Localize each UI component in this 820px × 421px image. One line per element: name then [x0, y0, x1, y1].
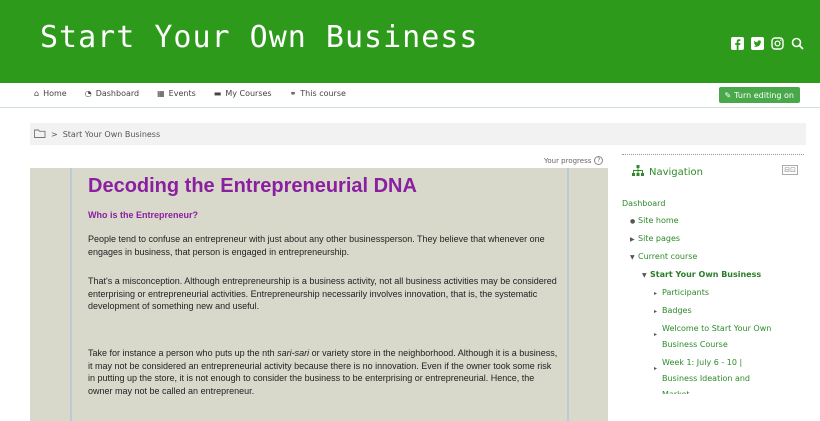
- nav-dashboard[interactable]: ◔ Dashboard: [85, 89, 139, 98]
- home-icon: ⌂: [34, 89, 40, 98]
- breadcrumb-current[interactable]: Start Your Own Business: [63, 130, 160, 139]
- paragraph-1: People tend to confuse an entrepreneur w…: [88, 234, 545, 257]
- nav-tree-course-name[interactable]: ▼ Start Your Own Business: [642, 270, 761, 279]
- dashboard-icon: ◔: [84, 89, 92, 98]
- calendar-icon: ▦: [157, 89, 165, 98]
- facebook-icon[interactable]: [730, 36, 744, 50]
- block-dock-icon[interactable]: ⊟⊡: [782, 165, 798, 175]
- nav-my-courses-label: My Courses: [225, 89, 272, 98]
- progress-indicator: Your progress ?: [544, 156, 604, 165]
- nav-home-label: Home: [43, 89, 67, 98]
- nav-tree-dashboard[interactable]: Dashboard: [622, 199, 665, 208]
- nav-tree-course-name-label: Start Your Own Business: [650, 270, 762, 279]
- paragraph-3: Take for instance a person who puts up t…: [88, 347, 558, 397]
- chevron-right-icon: ▶: [630, 236, 635, 243]
- main-navbar: ⌂ Home ◔ Dashboard ▦ Events ▬ My Courses…: [0, 83, 820, 108]
- nav-tree-week1[interactable]: ▸ Week 1: July 6 - 10 | Business Ideation…: [654, 355, 780, 394]
- navigation-block: Navigation ⊟⊡ Dashboard ● Site home ▶ Site…: [622, 154, 804, 394]
- navigation-header: Navigation: [632, 165, 703, 179]
- breadcrumb: > Start Your Own Business: [30, 123, 806, 145]
- site-title[interactable]: Start Your Own Business: [40, 20, 478, 55]
- nav-dashboard-label: Dashboard: [95, 89, 140, 98]
- edit-button-label: Turn editing on: [734, 90, 794, 100]
- nav-events[interactable]: ▦ Events: [157, 89, 196, 98]
- chevron-down-icon: ▼: [642, 272, 647, 279]
- chevron-down-icon: ▼: [630, 254, 635, 261]
- instagram-icon[interactable]: [770, 36, 784, 50]
- nav-tree-badges[interactable]: ▸ Badges: [654, 306, 692, 315]
- nav-my-courses[interactable]: ▬ My Courses: [214, 89, 272, 98]
- nav-tree-site-pages[interactable]: ▶ Site pages: [630, 234, 680, 243]
- nav-tree-site-home[interactable]: ● Site home: [630, 216, 679, 225]
- progress-label: Your progress: [544, 156, 592, 165]
- paragraph-3-italic: sari-sari: [277, 348, 310, 358]
- edit-icon: ✎: [724, 90, 732, 100]
- nav-tree-badges-label: Badges: [662, 306, 692, 315]
- site-header: Start Your Own Business: [0, 0, 820, 83]
- courses-icon: ▬: [213, 89, 222, 98]
- twitter-icon[interactable]: [750, 36, 764, 50]
- sitemap-icon: ⚭: [289, 89, 297, 98]
- navigation-title: Navigation: [649, 166, 703, 178]
- nav-this-course-label: This course: [300, 89, 346, 98]
- nav-tree-participants-label: Participants: [662, 288, 709, 297]
- nav-tree-participants[interactable]: ▸ Participants: [654, 288, 709, 297]
- chevron-right-icon: ▸: [654, 365, 658, 372]
- panel-border-left: [70, 168, 72, 421]
- chevron-right-icon: ▸: [654, 308, 658, 315]
- search-icon[interactable]: [790, 36, 804, 50]
- content-subtitle: Who is the Entrepreneur?: [88, 210, 199, 220]
- turn-editing-on-button[interactable]: ✎ Turn editing on: [718, 87, 800, 103]
- nav-home[interactable]: ⌂ Home: [34, 89, 67, 98]
- social-links: [730, 36, 804, 50]
- nav-events-label: Events: [168, 89, 196, 98]
- paragraph-2: That's a misconception. Although entrepr…: [88, 276, 557, 311]
- chevron-right-icon: ▸: [654, 331, 658, 338]
- nav-tree-site-home-label: Site home: [638, 216, 679, 225]
- nav-tree-welcome[interactable]: ▸ Welcome to Start Your Own Business Cour…: [654, 321, 780, 353]
- nav-tree-current-course-label: Current course: [638, 252, 698, 261]
- breadcrumb-separator: >: [51, 129, 58, 139]
- nav-tree-site-pages-label: Site pages: [638, 234, 681, 243]
- folder-icon[interactable]: [34, 129, 46, 140]
- paragraph-3-part-a: Take for instance a person who puts up t…: [88, 348, 278, 358]
- help-icon[interactable]: ?: [594, 156, 604, 165]
- sitemap-icon: [632, 165, 644, 179]
- nav-tree-week1-label: Week 1: July 6 - 10 | Business Ideation …: [662, 358, 750, 394]
- nav-tree-welcome-label: Welcome to Start Your Own Business Cours…: [662, 324, 772, 349]
- content-title: Decoding the Entrepreneurial DNA: [88, 175, 417, 197]
- bullet-icon: ●: [630, 218, 636, 225]
- chevron-right-icon: ▸: [654, 290, 658, 297]
- nav-menu: ⌂ Home ◔ Dashboard ▦ Events ▬ My Courses…: [34, 89, 346, 98]
- nav-tree-current-course[interactable]: ▼ Current course: [630, 252, 697, 261]
- nav-this-course[interactable]: ⚭ This course: [290, 89, 346, 98]
- panel-border-right: [567, 168, 569, 421]
- content-panel: Decoding the Entrepreneurial DNA Who is …: [30, 168, 608, 421]
